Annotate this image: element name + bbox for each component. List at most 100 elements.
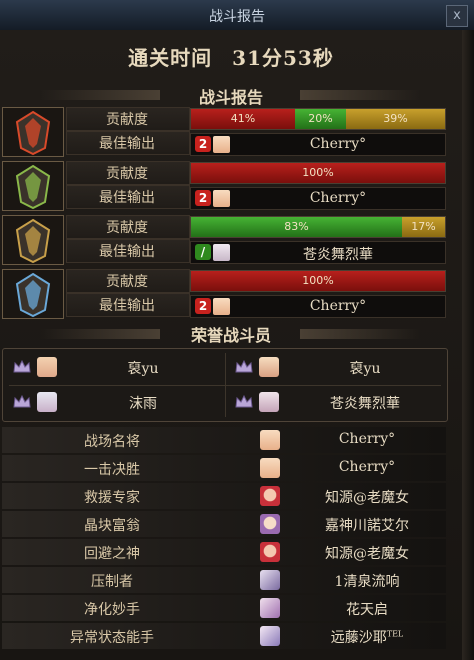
blue-emblem-icon [2,269,64,319]
member-avatar [259,392,279,412]
award-avatar [260,626,280,646]
contribution-bar: 41% 20% 39% [190,108,446,130]
red-emblem-icon [2,107,64,157]
best-player-name: Cherry° [309,190,367,206]
member-name: 沫雨 [129,396,157,412]
contribution-segment: 100% [191,271,445,291]
contribution-segment: 17% [402,217,445,237]
award-title: 救援专家 [84,490,140,506]
award-avatar [260,486,280,506]
member-name: 裒yu [349,361,381,377]
gold-emblem-icon [2,215,64,265]
award-player: 远藤沙耶TEL [292,627,442,647]
best-player-avatar [213,136,230,153]
scroll-edge [462,30,474,660]
crown-icon [235,395,253,408]
best-output-row: 2 Cherry° [190,187,446,210]
row-label-best-output: 最佳输出 [99,136,155,152]
player-row: 贡献度最佳输出 83% 17% / 苍炎舞烈華 [2,215,446,265]
award-player-suffix: TEL [386,629,404,639]
contribution-bar: 83% 17% [190,216,446,238]
award-row: 回避之神 知源@老魔女 [2,539,446,565]
window-titlebar: 战斗报告 x [0,0,474,31]
best-player-avatar [213,190,230,207]
rank-badge-icon: / [195,244,211,260]
award-row: 净化妙手 花天启 [2,595,446,621]
member-avatar [37,392,57,412]
best-output-row: / 苍炎舞烈華 [190,241,446,264]
best-player-avatar [213,244,230,261]
window-title: 战斗报告 [209,9,265,25]
honor-member[interactable]: 裒yu [3,351,223,384]
rank-badge-icon: 2 [195,190,211,206]
row-label-contribution: 贡献度 [106,166,148,182]
award-avatar [260,514,280,534]
award-avatar [260,570,280,590]
award-player: 知源@老魔女 [325,490,409,506]
clear-time-heading: 通关时间 31分53秒 [0,42,462,71]
member-avatar [37,357,57,377]
section-battle-report: 战斗报告 [198,88,263,107]
award-title: 异常状态能手 [70,630,154,646]
award-player: 嘉神川諾艾尔 [325,518,409,534]
award-avatar [260,542,280,562]
crown-icon [13,395,31,408]
award-row: 战场名将 Cherry° [2,427,446,453]
clear-time-value: 31分53秒 [232,46,334,70]
award-row: 压制者 1清泉流响 [2,567,446,593]
contribution-segment: 20% [295,109,346,129]
best-player-name: Cherry° [309,298,367,314]
crown-icon [13,360,31,373]
crown-icon [235,360,253,373]
contribution-bar: 100% [190,270,446,292]
award-avatar [260,458,280,478]
award-player: 知源@老魔女 [325,546,409,562]
rank-badge-icon: 2 [195,136,211,152]
best-output-row: 2 Cherry° [190,295,446,318]
award-title: 战场名将 [84,434,140,450]
row-label-contribution: 贡献度 [106,220,148,236]
best-output-row: 2 Cherry° [190,133,446,156]
member-name: 苍炎舞烈華 [330,396,400,412]
member-avatar [259,357,279,377]
best-player-avatar [213,298,230,315]
contribution-segment: 39% [346,109,445,129]
player-row: 贡献度最佳输出 100% 2 Cherry° [2,161,446,211]
award-row: 一击决胜 Cherry° [2,455,446,481]
honor-member[interactable]: 沫雨 [3,386,223,419]
best-player-name: 苍炎舞烈華 [303,247,373,263]
member-name: 裒yu [127,361,159,377]
award-title: 一击决胜 [84,462,140,478]
player-row: 贡献度最佳输出 41% 20% 39% 2 Cherry° [2,107,446,157]
row-label-contribution: 贡献度 [106,274,148,290]
row-label-best-output: 最佳输出 [99,244,155,260]
honor-member[interactable]: 裒yu [225,351,445,384]
award-player: 花天启 [346,602,388,618]
award-avatar [260,598,280,618]
award-player-name: 远藤沙耶 [330,630,387,646]
contribution-segment: 83% [191,217,402,237]
award-row: 异常状态能手 远藤沙耶TEL [2,623,446,649]
green-emblem-icon [2,161,64,211]
award-player: 1清泉流响 [334,574,400,590]
award-title: 净化妙手 [84,602,140,618]
award-title: 回避之神 [84,546,140,562]
section-honor: 荣誉战斗员 [190,326,271,345]
best-player-name: Cherry° [309,136,367,152]
contribution-segment: 100% [191,163,445,183]
honor-member[interactable]: 苍炎舞烈華 [225,386,445,419]
award-title: 压制者 [91,574,133,590]
award-row: 救援专家 知源@老魔女 [2,483,446,509]
award-player: Cherry° [338,459,396,475]
award-title: 晶块富翁 [84,518,140,534]
honor-box: 裒yu 裒yu 沫雨 苍炎舞烈華 [2,348,448,422]
clear-time-label: 通关时间 [128,46,213,70]
award-player: Cherry° [338,431,396,447]
row-label-contribution: 贡献度 [106,112,148,128]
player-row: 贡献度最佳输出 100% 2 Cherry° [2,269,446,319]
contribution-segment: 41% [191,109,295,129]
row-label-best-output: 最佳输出 [99,190,155,206]
row-label-best-output: 最佳输出 [99,298,155,314]
award-row: 晶块富翁 嘉神川諾艾尔 [2,511,446,537]
close-button[interactable]: x [446,5,468,27]
